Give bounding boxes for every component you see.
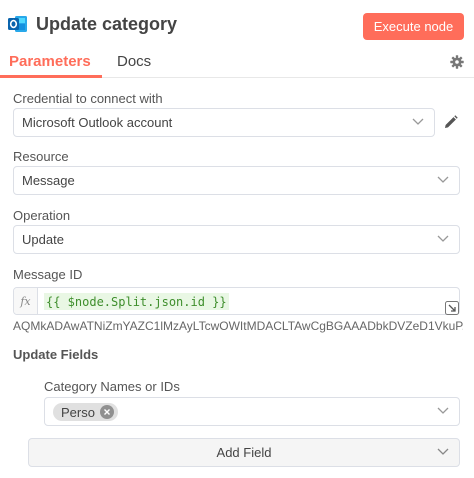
tab-bar: Parameters Docs [0, 48, 474, 78]
category-select[interactable]: Perso [44, 397, 460, 426]
update-fields-title: Update Fields [13, 347, 99, 362]
chevron-down-icon [437, 176, 449, 183]
gear-icon[interactable] [450, 55, 464, 69]
outlook-icon [8, 16, 27, 32]
message-id-label: Message ID [13, 267, 83, 282]
message-id-expression-input[interactable]: fx {{ $node.Split.json.id }} [13, 287, 460, 315]
resource-select[interactable]: Message [13, 166, 460, 195]
resource-value: Message [22, 173, 75, 188]
operation-label: Operation [13, 208, 71, 223]
category-label: Category Names or IDs [44, 379, 180, 394]
resolved-expression-value: AQMkADAwATNiZmYAZC1lMzAyLTcwOWItMDACLTAw… [13, 319, 463, 333]
expand-editor-icon[interactable] [445, 301, 459, 315]
tab-parameters[interactable]: Parameters [9, 53, 91, 70]
fx-icon: fx [14, 288, 38, 314]
add-field-label: Add Field [216, 445, 272, 460]
chevron-down-icon [437, 407, 449, 414]
resource-label: Resource [13, 149, 69, 164]
operation-value: Update [22, 232, 64, 247]
category-tag-label: Perso [61, 404, 95, 420]
expression-code: {{ $node.Split.json.id }} [44, 293, 229, 310]
credential-label: Credential to connect with [13, 91, 163, 106]
operation-select[interactable]: Update [13, 225, 460, 254]
node-title: Update category [36, 14, 178, 34]
credential-select[interactable]: Microsoft Outlook account [13, 108, 435, 137]
pencil-icon[interactable] [443, 115, 458, 130]
active-tab-indicator [0, 75, 102, 78]
execute-node-button[interactable]: Execute node [363, 13, 464, 40]
category-tag: Perso [53, 403, 118, 421]
chevron-down-icon [437, 235, 449, 242]
chevron-down-icon [412, 118, 424, 125]
credential-value: Microsoft Outlook account [22, 115, 173, 130]
node-header: Update category Execute node [0, 0, 474, 48]
tab-docs[interactable]: Docs [117, 53, 151, 70]
add-field-button[interactable]: Add Field [28, 438, 460, 467]
chevron-down-icon [437, 448, 449, 455]
close-icon[interactable] [99, 405, 114, 419]
